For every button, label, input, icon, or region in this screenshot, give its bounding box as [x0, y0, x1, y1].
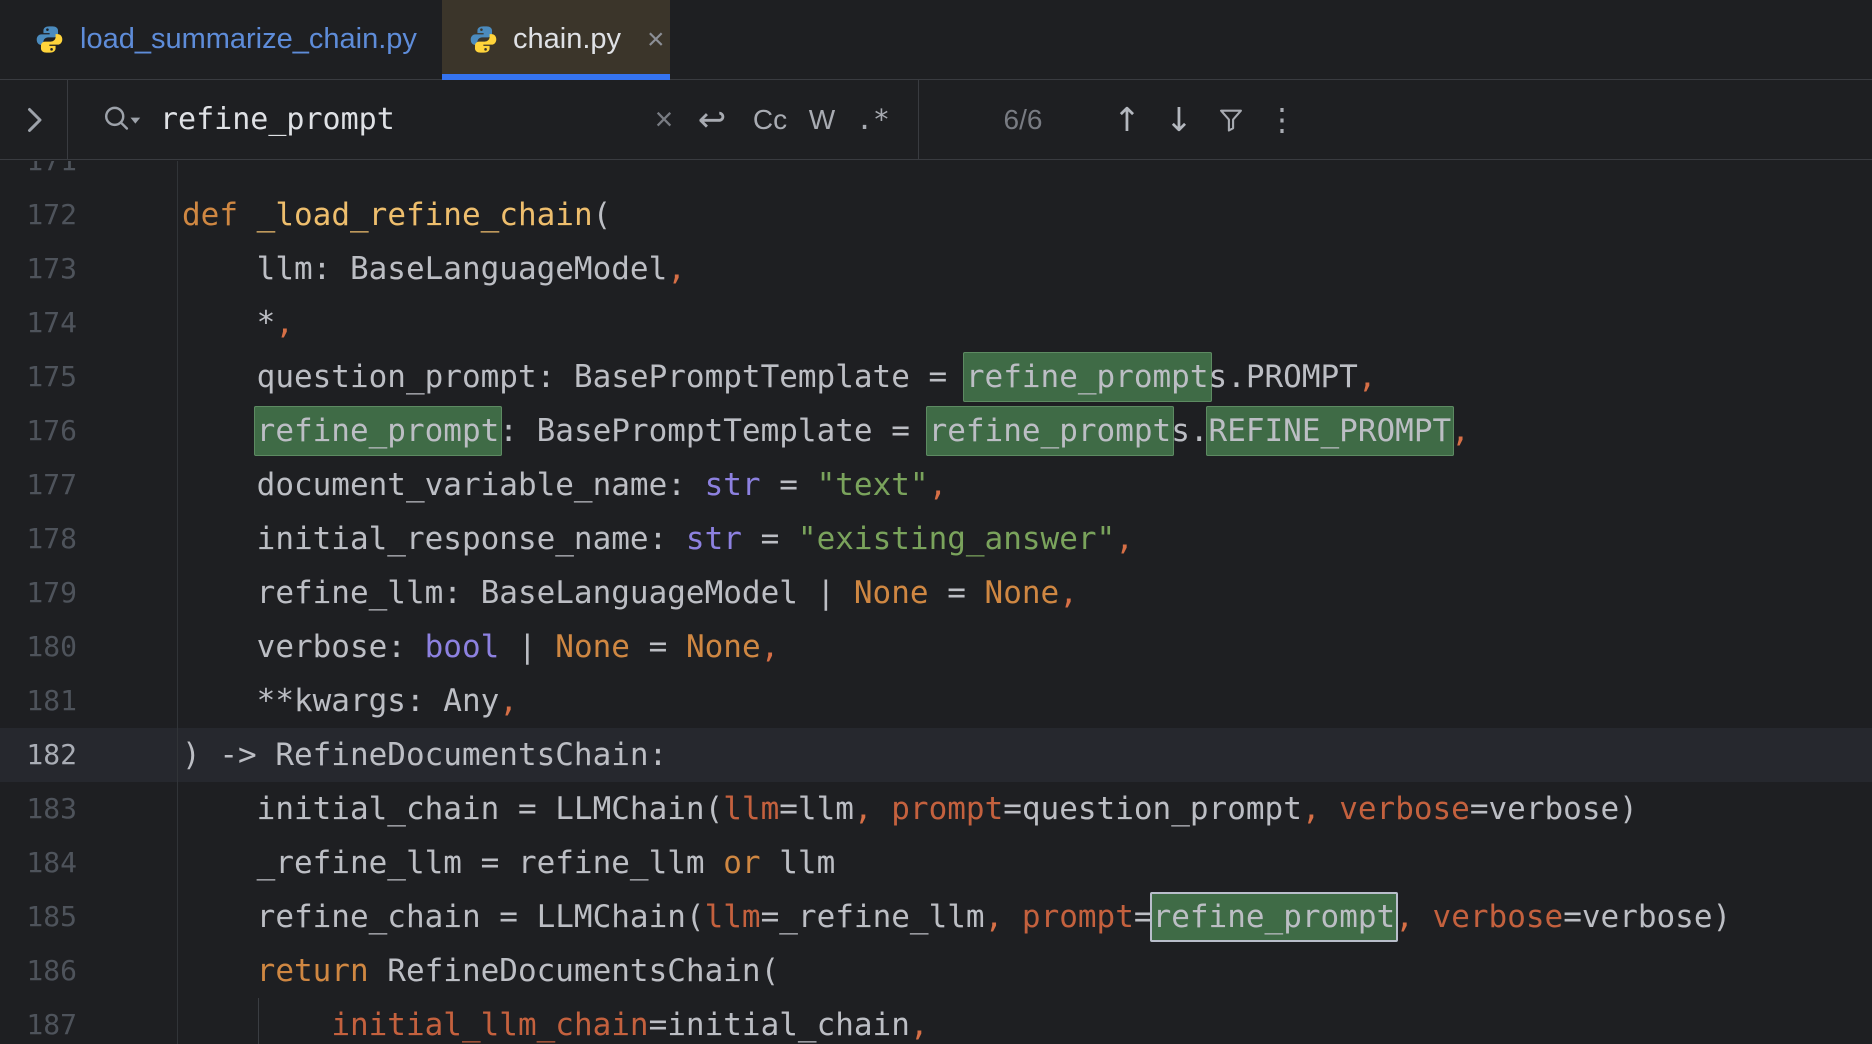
- code-lines: 171172 def _load_refine_chain( 173 llm: Ba…: [0, 161, 1872, 1044]
- line-number[interactable]: 185: [20, 890, 77, 944]
- code-text: llm: BaseLanguageModel,: [182, 251, 686, 287]
- search-icon[interactable]: [96, 80, 148, 159]
- line-number[interactable]: 173: [20, 242, 77, 296]
- tab-label: chain.py: [513, 23, 622, 55]
- code-text: *,: [182, 305, 294, 341]
- line-number[interactable]: 182: [20, 728, 77, 782]
- whole-words-toggle[interactable]: W: [802, 80, 842, 159]
- expand-search-chevron-icon[interactable]: [14, 80, 54, 159]
- line-number[interactable]: 171: [20, 161, 77, 188]
- code-line[interactable]: 171: [0, 161, 1872, 188]
- search-input[interactable]: refine_prompt: [160, 80, 395, 159]
- python-file-icon: [470, 26, 497, 53]
- next-match-icon[interactable]: ↓: [1158, 80, 1200, 159]
- editor-tab-bar: load_summarize_chain.py chain.py ×: [0, 0, 1872, 80]
- tab-chain-py[interactable]: chain.py ×: [442, 0, 670, 80]
- search-query-text: refine_prompt: [160, 102, 395, 137]
- code-text: question_prompt: BasePromptTemplate = re…: [182, 350, 1377, 404]
- regex-toggle[interactable]: .*: [852, 80, 894, 159]
- line-number[interactable]: 176: [20, 404, 77, 458]
- line-number[interactable]: 175: [20, 350, 77, 404]
- code-line[interactable]: 183 initial_chain = LLMChain(llm=llm, pr…: [0, 782, 1872, 836]
- code-line[interactable]: 182 ) -> RefineDocumentsChain:: [0, 728, 1872, 782]
- code-line[interactable]: 177 document_variable_name: str = "text"…: [0, 458, 1872, 512]
- toolbar-divider: [918, 80, 919, 159]
- code-text: document_variable_name: str = "text",: [182, 467, 948, 503]
- tab-load-summarize-chain[interactable]: load_summarize_chain.py: [0, 0, 442, 79]
- code-text: _refine_llm = refine_llm or llm: [182, 845, 836, 881]
- code-text: initial_chain = LLMChain(llm=llm, prompt…: [182, 791, 1638, 827]
- code-line[interactable]: 175 question_prompt: BasePromptTemplate …: [0, 350, 1872, 404]
- python-file-icon: [36, 26, 63, 53]
- line-number[interactable]: 183: [20, 782, 77, 836]
- code-line[interactable]: 173 llm: BaseLanguageModel,: [0, 242, 1872, 296]
- line-number[interactable]: 177: [20, 458, 77, 512]
- code-text: refine_llm: BaseLanguageModel | None = N…: [182, 575, 1078, 611]
- line-number[interactable]: 179: [20, 566, 77, 620]
- search-match-highlight: refine_prompt: [253, 406, 503, 456]
- match-count: 6/6: [1003, 103, 1043, 135]
- code-text: refine_prompt: BasePromptTemplate = refi…: [182, 404, 1470, 458]
- line-number[interactable]: 172: [20, 188, 77, 242]
- line-number[interactable]: 180: [20, 620, 77, 674]
- tab-close-icon[interactable]: ×: [647, 24, 665, 55]
- previous-match-icon[interactable]: ↑: [1106, 80, 1148, 159]
- search-match-highlight: refine_prompt: [962, 352, 1212, 402]
- code-line[interactable]: 181 **kwargs: Any,: [0, 674, 1872, 728]
- line-number[interactable]: 186: [20, 944, 77, 998]
- code-line[interactable]: 174 *,: [0, 296, 1872, 350]
- code-text: initial_response_name: str = "existing_a…: [182, 521, 1134, 557]
- code-line[interactable]: 180 verbose: bool | None = None,: [0, 620, 1872, 674]
- line-number[interactable]: 174: [20, 296, 77, 350]
- code-text: return RefineDocumentsChain(: [256, 953, 780, 989]
- code-line[interactable]: 186 return RefineDocumentsChain(: [0, 944, 1872, 998]
- ide-window: load_summarize_chain.py chain.py × refin: [0, 0, 1872, 1044]
- code-text: **kwargs: Any,: [182, 683, 518, 719]
- newline-icon[interactable]: ↩: [690, 80, 734, 159]
- line-number[interactable]: 178: [20, 512, 77, 566]
- code-text: refine_chain = LLMChain(llm=_refine_llm,…: [182, 890, 1731, 944]
- line-number[interactable]: 181: [20, 674, 77, 728]
- toolbar-divider: [67, 80, 68, 159]
- clear-search-icon[interactable]: ×: [644, 80, 684, 159]
- more-options-icon[interactable]: ⋮: [1262, 80, 1302, 159]
- code-line[interactable]: 187 initial_llm_chain=initial_chain,: [0, 998, 1872, 1044]
- code-line[interactable]: 178 initial_response_name: str = "existi…: [0, 512, 1872, 566]
- line-number[interactable]: 184: [20, 836, 77, 890]
- gutter-divider: [177, 161, 178, 1044]
- filter-icon[interactable]: [1210, 80, 1252, 159]
- code-line[interactable]: 172 def _load_refine_chain(: [0, 188, 1872, 242]
- code-line[interactable]: 185 refine_chain = LLMChain(llm=_refine_…: [0, 890, 1872, 944]
- code-text: def _load_refine_chain(: [182, 197, 612, 233]
- code-line[interactable]: 184 _refine_llm = refine_llm or llm: [0, 836, 1872, 890]
- search-match-highlight: refine_prompt: [925, 406, 1175, 456]
- code-line[interactable]: 179 refine_llm: BaseLanguageModel | None…: [0, 566, 1872, 620]
- line-number[interactable]: 187: [20, 998, 77, 1044]
- code-line[interactable]: 176 refine_prompt: BasePromptTemplate = …: [0, 404, 1872, 458]
- match-case-toggle[interactable]: Cc: [748, 80, 792, 159]
- search-match-current: refine_prompt: [1149, 892, 1399, 942]
- find-toolbar: refine_prompt × ↩ Cc W .* 6/6 ↑ ↓ ⋮: [0, 80, 1872, 160]
- code-text: initial_llm_chain=initial_chain,: [331, 1007, 929, 1043]
- search-match-highlight: REFINE_PROMPT: [1205, 406, 1455, 456]
- code-editor[interactable]: 171172 def _load_refine_chain( 173 llm: Ba…: [0, 161, 1872, 1044]
- code-text: verbose: bool | None = None,: [182, 629, 780, 665]
- tab-label: load_summarize_chain.py: [80, 23, 417, 55]
- code-text: ) -> RefineDocumentsChain:: [182, 737, 668, 773]
